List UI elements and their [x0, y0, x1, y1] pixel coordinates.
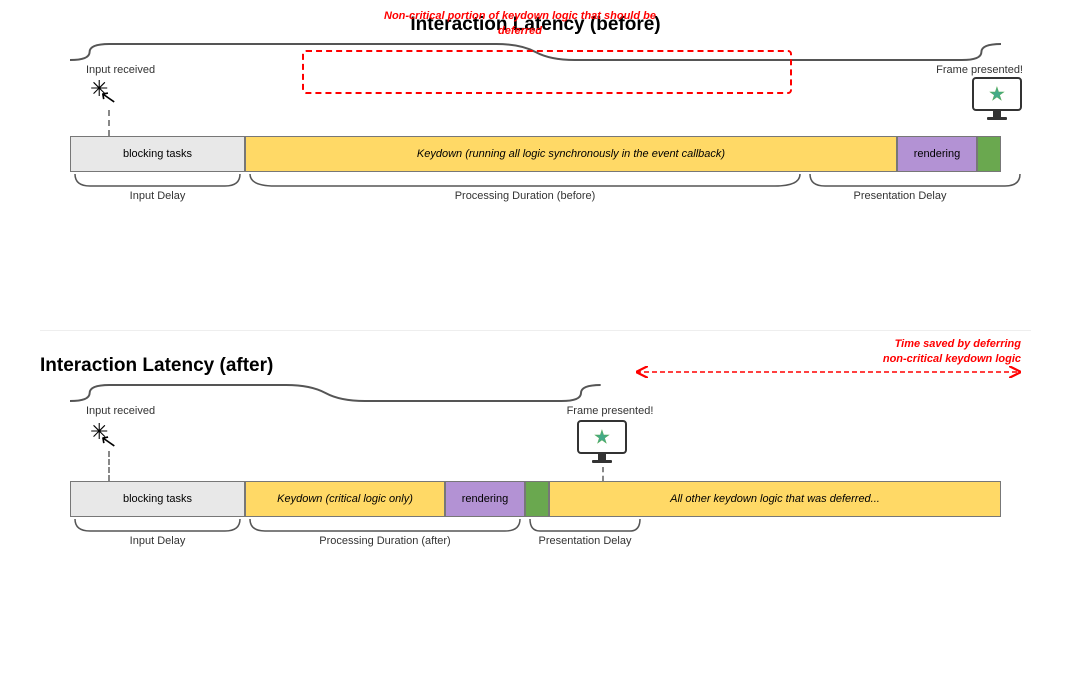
bottom-diagram: Time saved by deferring non-critical key…	[40, 355, 1031, 553]
top-bar-keydown: Keydown (running all logic synchronously…	[245, 136, 897, 172]
bottom-input-received-label: Input received	[86, 405, 155, 417]
bottom-bar-blocking: blocking tasks	[70, 481, 245, 517]
bottom-sub-braces: Input Delay Processing Duration (after) …	[70, 517, 1001, 553]
top-bar-rendering-green	[977, 136, 1001, 172]
top-sub-braces: Input Delay Processing Duration (before)…	[70, 172, 1001, 208]
top-cursor-dotted-line	[108, 110, 110, 136]
bottom-bar-rendering-green	[525, 481, 549, 517]
bottom-label-processing: Processing Duration (after)	[245, 535, 525, 547]
top-label-processing: Processing Duration (before)	[245, 190, 805, 202]
top-bar-blocking: blocking tasks	[70, 136, 245, 172]
bottom-bar-keydown: Keydown (critical logic only)	[245, 481, 445, 517]
bottom-label-presentation: Presentation Delay	[490, 535, 680, 547]
top-monitor: ★	[971, 76, 1023, 129]
divider	[40, 330, 1031, 331]
time-saved-arrow	[636, 365, 1021, 384]
bottom-big-brace	[70, 383, 1001, 403]
time-saved-text: Time saved by deferring non-critical key…	[883, 337, 1021, 368]
top-bars-row: blocking tasks Keydown (running all logi…	[70, 136, 1001, 172]
bottom-monitor-dotted-line	[602, 467, 604, 481]
top-bar-rendering: rendering	[897, 136, 977, 172]
top-label-input-delay: Input Delay	[70, 190, 245, 202]
top-input-received-label: Input received	[86, 64, 155, 76]
bottom-label-input-delay: Input Delay	[70, 535, 245, 547]
bottom-icons-row: Input received ✳ ↖ Frame presented! ★	[40, 405, 1031, 481]
main-container: Interaction Latency (before) Input recei…	[0, 0, 1071, 690]
top-red-dashed-box	[302, 50, 792, 94]
top-cursor: ↖	[98, 87, 118, 110]
svg-text:★: ★	[989, 84, 1005, 104]
svg-text:★: ★	[594, 427, 610, 447]
bottom-bars-row: blocking tasks Keydown (critical logic o…	[70, 481, 1001, 517]
bottom-frame-presented-label: Frame presented!	[560, 405, 660, 417]
bottom-cursor-dotted-line	[108, 451, 110, 481]
bottom-bar-deferred: All other keydown logic that was deferre…	[549, 481, 1001, 517]
bottom-monitor: ★	[576, 419, 628, 472]
top-diagram: Interaction Latency (before) Input recei…	[40, 14, 1031, 208]
top-frame-presented-label: Frame presented!	[936, 64, 1023, 76]
top-annotation-text: Non-critical portion of keydown logic th…	[380, 9, 660, 40]
bottom-bar-rendering: rendering	[445, 481, 525, 517]
top-label-presentation: Presentation Delay	[770, 190, 1030, 202]
top-icons-row: Input received ✳ ↖ Frame presented! ★	[40, 64, 1031, 136]
